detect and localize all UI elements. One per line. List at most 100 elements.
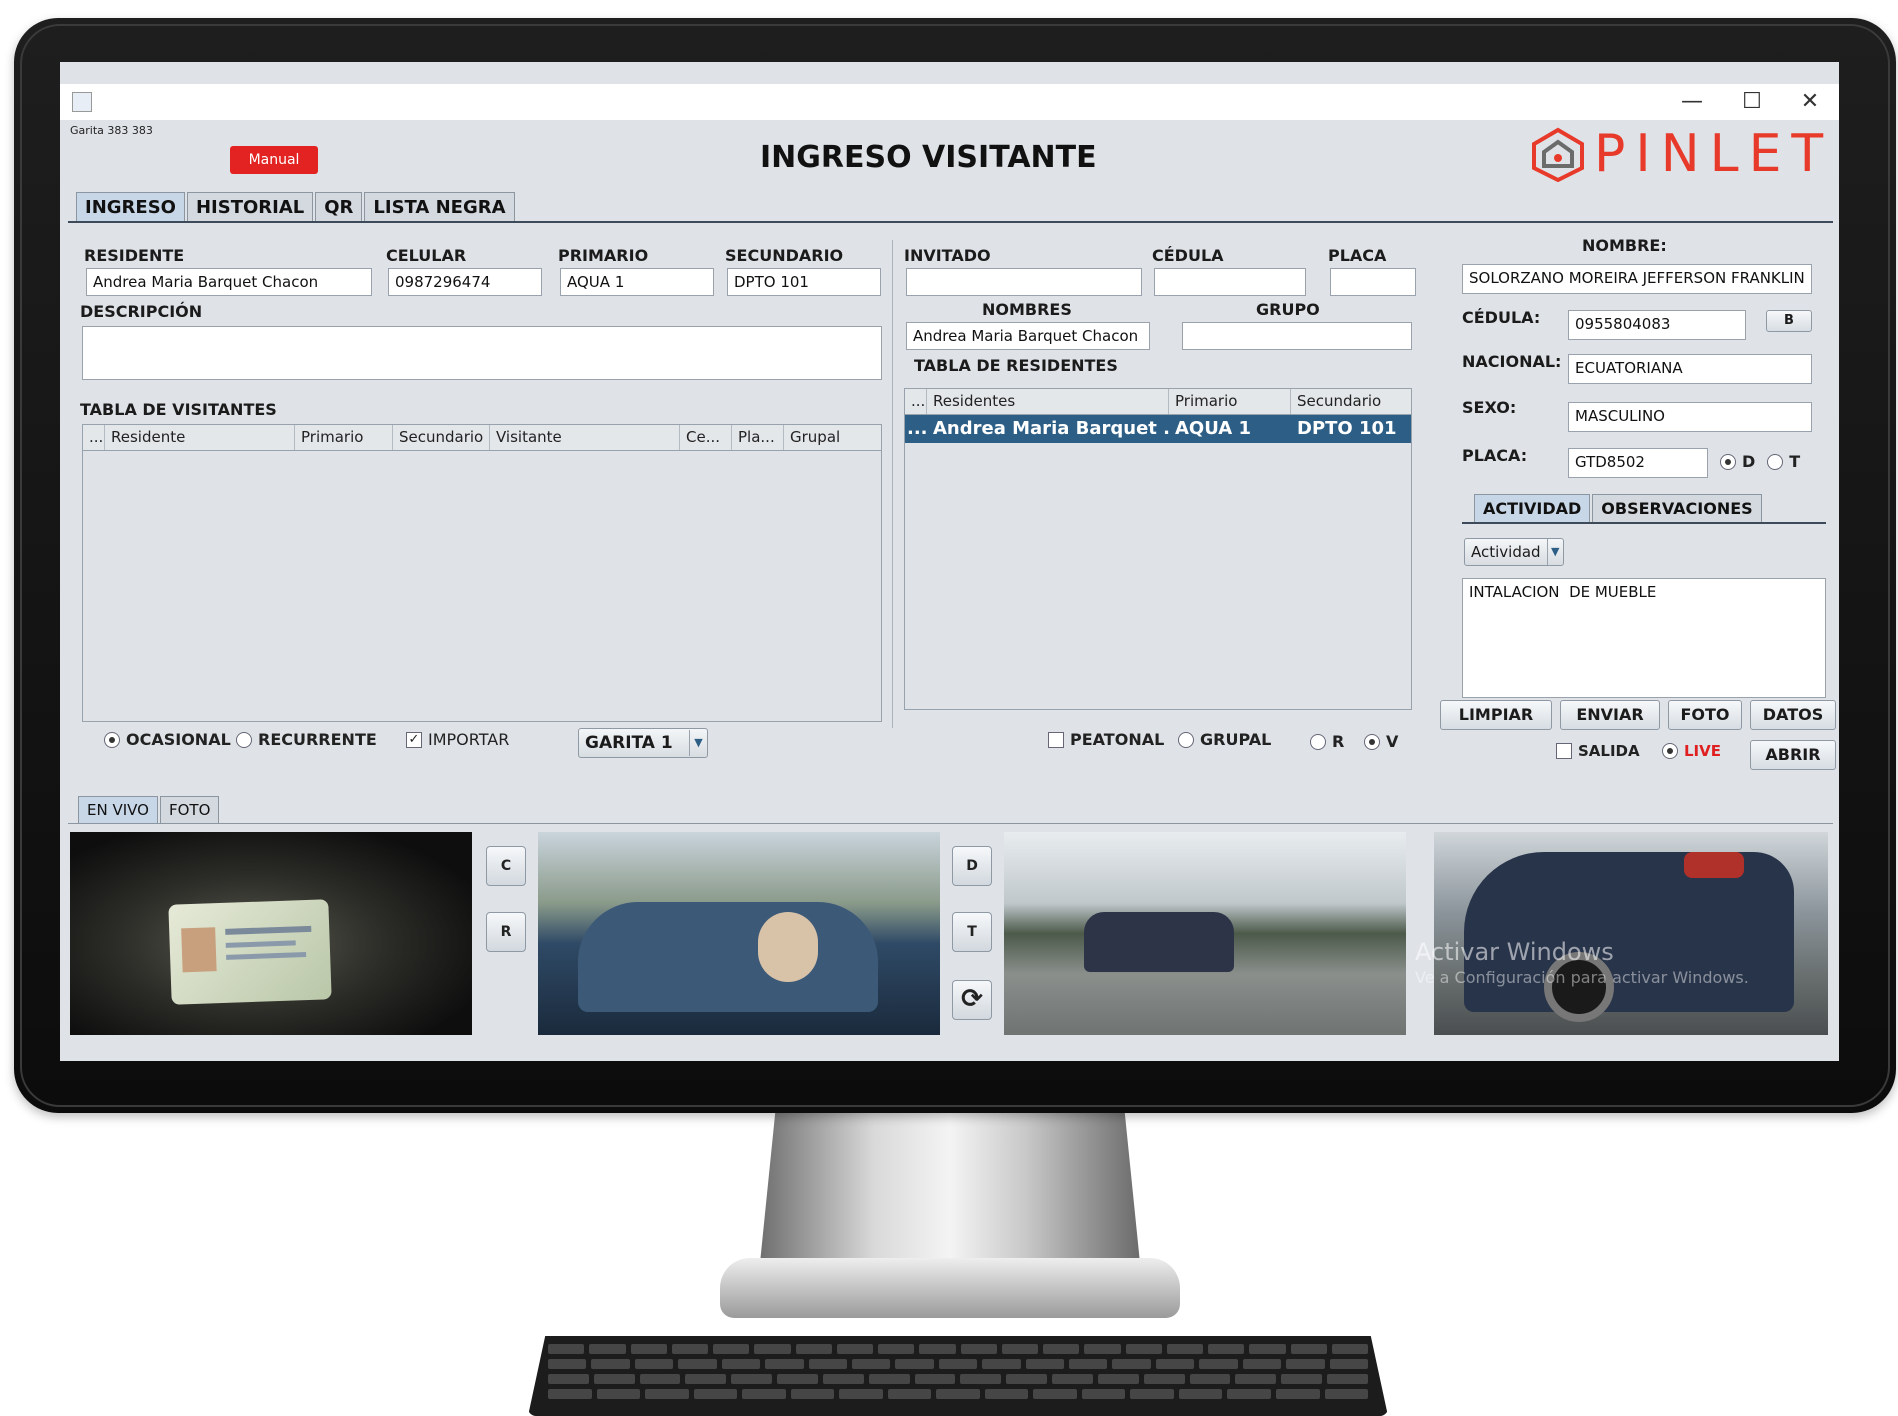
- v-radio[interactable]: [1364, 733, 1380, 750]
- tab-foto[interactable]: FOTO: [159, 796, 220, 823]
- sexo-label: SEXO:: [1462, 398, 1517, 417]
- placa-type-options: D T: [1720, 452, 1800, 471]
- camera-feed-rear: [1434, 832, 1828, 1035]
- windows-watermark-sub: Ve a Configuración para activar Windows.: [1415, 968, 1749, 987]
- residents-table-header: ... Residentes Primario Secundario: [905, 389, 1411, 415]
- nombres-label: NOMBRES: [982, 300, 1072, 319]
- minimize-button[interactable]: —: [1668, 86, 1716, 118]
- col-residente[interactable]: Residente: [105, 425, 295, 450]
- placa-guest-label: PLACA: [1328, 246, 1387, 265]
- id-card-image: [168, 899, 332, 1005]
- brand-logo: PINLET: [1530, 124, 1833, 184]
- t-button[interactable]: T: [952, 912, 992, 952]
- salida-checkbox[interactable]: [1556, 743, 1572, 759]
- car-rear-image: [1464, 852, 1794, 1012]
- residents-table[interactable]: ... Residentes Primario Secundario ... A…: [904, 388, 1412, 710]
- monitor-scene: — ☐ ✕ Garita 383 383 Manual INGRESO VISI…: [0, 0, 1898, 1416]
- actividad-textarea[interactable]: INTALACION DE MUEBLE: [1462, 578, 1826, 698]
- invitado-label: INVITADO: [904, 246, 991, 265]
- camera-tabs: EN VIVO FOTO: [78, 796, 221, 823]
- importar-checkbox[interactable]: ✓: [406, 731, 422, 748]
- col-cedula[interactable]: Ce...: [680, 425, 732, 450]
- refresh-icon[interactable]: ⟳: [952, 980, 992, 1020]
- table-row[interactable]: ... Andrea Maria Barquet ... AQUA 1 DPTO…: [905, 415, 1411, 443]
- descripcion-label: DESCRIPCIÓN: [80, 302, 203, 321]
- col-residentes[interactable]: Residentes: [927, 389, 1169, 414]
- recurrente-radio[interactable]: [236, 731, 252, 748]
- actividad-select[interactable]: Actividad ▼: [1464, 538, 1564, 566]
- tab-historial[interactable]: HISTORIAL: [186, 192, 314, 222]
- limpiar-button[interactable]: LIMPIAR: [1440, 700, 1552, 730]
- col-primario[interactable]: Primario: [1169, 389, 1291, 414]
- page-title: INGRESO VISITANTE: [760, 140, 1097, 175]
- invitado-field[interactable]: [906, 268, 1142, 296]
- grupo-field[interactable]: [1182, 322, 1412, 350]
- placa-field[interactable]: GTD8502: [1568, 448, 1708, 478]
- tab-en-vivo[interactable]: EN VIVO: [78, 796, 158, 823]
- r-radio[interactable]: [1310, 733, 1326, 750]
- live-option: LIVE: [1662, 742, 1721, 760]
- r-button[interactable]: R: [486, 912, 526, 952]
- sexo-field[interactable]: MASCULINO: [1568, 402, 1812, 432]
- col-placa[interactable]: Pla...: [732, 425, 784, 450]
- radio-d[interactable]: [1720, 453, 1736, 470]
- windows-watermark: Activar Windows: [1415, 938, 1614, 966]
- peatonal-checkbox[interactable]: [1048, 731, 1064, 748]
- grupal-option: GRUPAL: [1178, 730, 1271, 749]
- residente-field[interactable]: Andrea Maria Barquet Chacon: [86, 268, 372, 296]
- visitors-table-header: ... Residente Primario Secundario Visita…: [83, 425, 881, 451]
- celular-field[interactable]: 0987296474: [388, 268, 542, 296]
- peatonal-option: PEATONAL: [1048, 730, 1164, 749]
- celular-label: CELULAR: [386, 246, 467, 265]
- grupal-radio[interactable]: [1178, 731, 1194, 748]
- tab-qr[interactable]: QR: [315, 192, 363, 222]
- ocasional-radio[interactable]: [104, 731, 120, 748]
- radio-t[interactable]: [1767, 453, 1784, 470]
- residents-table-title: TABLA DE RESIDENTES: [914, 356, 1118, 375]
- d-button[interactable]: D: [952, 846, 992, 886]
- tab-lista-negra[interactable]: LISTA NEGRA: [364, 192, 515, 222]
- col-secundario[interactable]: Secundario: [1291, 389, 1411, 414]
- cedula-guest-field[interactable]: [1154, 268, 1306, 296]
- cedula-label: CÉDULA:: [1462, 308, 1541, 327]
- grupo-label: GRUPO: [1256, 300, 1320, 319]
- foto-button[interactable]: FOTO: [1668, 700, 1742, 730]
- col-grupal[interactable]: Grupal: [784, 425, 881, 450]
- datos-button[interactable]: DATOS: [1750, 700, 1836, 730]
- enviar-button[interactable]: ENVIAR: [1560, 700, 1660, 730]
- visitors-table[interactable]: ... Residente Primario Secundario Visita…: [82, 424, 882, 722]
- col-visitante[interactable]: Visitante: [490, 425, 680, 450]
- col-secundario[interactable]: Secundario: [393, 425, 490, 450]
- logo-text: PINLET: [1594, 124, 1834, 184]
- r-option: R: [1310, 732, 1344, 751]
- live-radio[interactable]: [1662, 743, 1678, 759]
- visitors-table-title: TABLA DE VISITANTES: [80, 400, 277, 419]
- secundario-field[interactable]: DPTO 101: [727, 268, 881, 296]
- driver-image: [758, 912, 818, 982]
- nombre-field[interactable]: SOLORZANO MOREIRA JEFFERSON FRANKLIN: [1462, 264, 1812, 294]
- garita-select[interactable]: GARITA 1 ▼: [578, 728, 708, 758]
- c-button[interactable]: C: [486, 846, 526, 886]
- nombres-field[interactable]: Andrea Maria Barquet Chacon: [906, 322, 1150, 350]
- tab-actividad[interactable]: ACTIVIDAD: [1474, 494, 1591, 522]
- descripcion-field[interactable]: [82, 326, 882, 380]
- primario-field[interactable]: AQUA 1: [560, 268, 714, 296]
- abrir-button[interactable]: ABRIR: [1750, 740, 1836, 770]
- col-primario[interactable]: Primario: [295, 425, 393, 450]
- placa-guest-field[interactable]: [1330, 268, 1416, 296]
- ocasional-option: OCASIONAL: [104, 730, 231, 749]
- cedula-guest-label: CÉDULA: [1152, 246, 1224, 265]
- tab-observaciones[interactable]: OBSERVACIONES: [1592, 494, 1762, 522]
- nacional-field[interactable]: ECUATORIANA: [1568, 354, 1812, 384]
- car-window-image: [578, 902, 878, 1012]
- cedula-field[interactable]: 0955804083: [1568, 310, 1746, 340]
- v-option: V: [1364, 732, 1398, 751]
- camera-feed-id: [70, 832, 472, 1035]
- maximize-button[interactable]: ☐: [1728, 86, 1776, 118]
- b-button[interactable]: B: [1766, 310, 1812, 332]
- close-button[interactable]: ✕: [1786, 86, 1834, 118]
- java-app-icon: [72, 92, 92, 112]
- tab-ingreso[interactable]: INGRESO: [76, 192, 185, 222]
- col-marker: ...: [905, 389, 927, 414]
- manual-button[interactable]: Manual: [230, 146, 318, 174]
